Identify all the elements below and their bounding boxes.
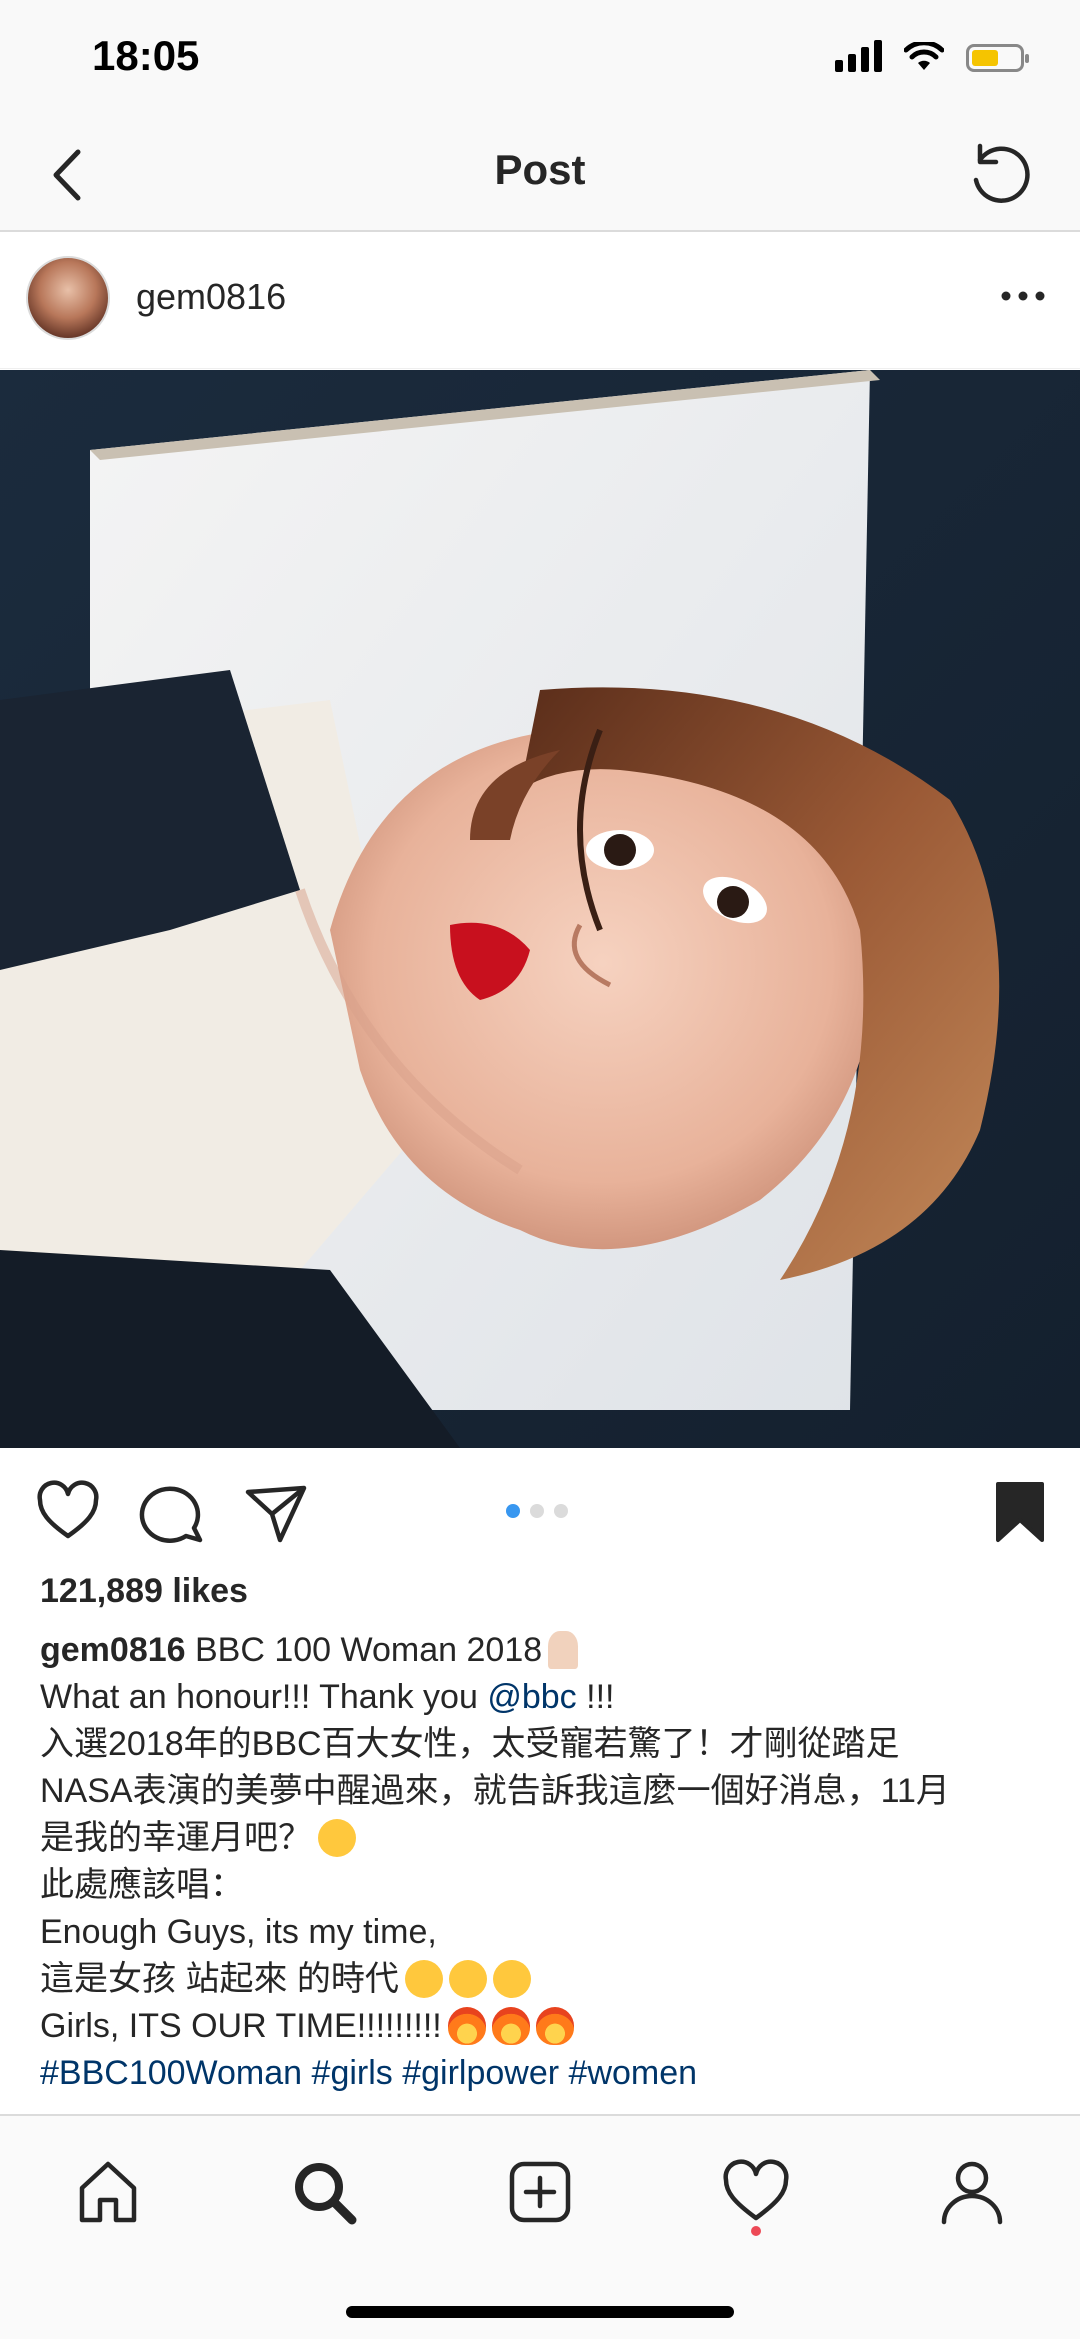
caption-line: 這是女孩 站起來 的時代 [40, 1956, 1050, 2003]
caption-text: BBC 100 Woman 2018 [195, 1631, 543, 1669]
navigation-bar: Post [0, 120, 1080, 232]
tears-of-joy-emoji-icon [404, 1960, 443, 1998]
tears-of-joy-emoji-icon [448, 1960, 487, 1998]
share-direct-icon[interactable] [242, 1478, 310, 1546]
carousel-indicator [506, 1504, 568, 1518]
system-icons [835, 40, 1029, 72]
carousel-dot [554, 1504, 568, 1518]
post-username[interactable]: gem0816 [136, 276, 286, 318]
bookmark-saved-icon[interactable] [992, 1478, 1048, 1546]
caption-text: 這是女孩 站起來 的時代 [40, 1960, 399, 1998]
caption-text: !!! [586, 1678, 615, 1716]
refresh-icon[interactable] [964, 138, 1040, 214]
profile-icon[interactable] [936, 2156, 1008, 2228]
caption-line: Girls, ITS OUR TIME!!!!!!!!! [40, 2003, 1050, 2050]
caption-text: 此處應該唱： [40, 1866, 244, 1904]
caption-text: Girls, ITS OUR TIME!!!!!!!!! [40, 2007, 442, 2045]
comment-icon[interactable] [138, 1478, 206, 1546]
selfie-photo [0, 370, 1080, 1448]
caption-username[interactable]: gem0816 [40, 1631, 186, 1669]
more-options-icon[interactable] [998, 286, 1048, 306]
home-icon[interactable] [72, 2156, 144, 2228]
mention-link[interactable]: @bbc [487, 1678, 576, 1716]
caption-text: What an honour!!! Thank you [40, 1678, 478, 1716]
home-indicator[interactable] [346, 2306, 734, 2318]
status-time: 18:05 [92, 32, 200, 79]
activity-heart-icon[interactable] [720, 2156, 792, 2228]
fire-emoji-icon [447, 2007, 486, 2045]
caption-line: What an honour!!! Thank you @bbc !!! [40, 1674, 1050, 1721]
status-bar: 18:05 [0, 0, 1080, 120]
battery-icon [966, 44, 1029, 72]
caption-line: 是我的幸運月吧？ [40, 1815, 1050, 1862]
smiling-face-emoji-icon [318, 1819, 356, 1857]
carousel-dot-active [506, 1504, 520, 1518]
caption-text: 是我的幸運月吧？ [40, 1819, 312, 1857]
page-title: Post [494, 146, 586, 193]
avatar[interactable] [26, 256, 110, 340]
post-actions [0, 1448, 1080, 1578]
likes-count[interactable]: 121,889 likes [40, 1572, 248, 1611]
wifi-icon [904, 42, 944, 70]
hashtag-link[interactable]: #BBC100Woman [40, 2054, 302, 2092]
fire-emoji-icon [535, 2007, 574, 2045]
caption-text: NASA表演的美夢中醒過來，就告訴我這麼一個好消息，11月 [40, 1772, 950, 1810]
hashtag-link[interactable]: #girls [312, 2054, 393, 2092]
caption-line: gem0816 BBC 100 Woman 2018 [40, 1627, 1050, 1674]
tears-of-joy-emoji-icon [492, 1960, 531, 1998]
cellular-signal-icon [835, 40, 882, 72]
bottom-tab-bar [0, 2114, 1080, 2339]
post-header: gem0816 [0, 232, 1080, 369]
search-icon[interactable] [288, 2156, 360, 2228]
hashtags: #BBC100Woman #girls #girlpower #women [40, 2050, 1050, 2097]
activity-notification-dot [751, 2226, 761, 2236]
hashtag-link[interactable]: #girlpower [402, 2054, 559, 2092]
post-image[interactable] [0, 370, 1080, 1448]
like-heart-icon[interactable] [34, 1478, 102, 1546]
carousel-dot [530, 1504, 544, 1518]
fire-emoji-icon [491, 2007, 530, 2045]
praying-hands-emoji-icon [548, 1631, 579, 1669]
hashtag-link[interactable]: #women [569, 2054, 698, 2092]
post-caption: gem0816 BBC 100 Woman 2018 What an honou… [40, 1627, 1050, 2097]
caption-text: 入選2018年的BBC百大女性，太受寵若驚了！才剛從踏足 [40, 1725, 900, 1763]
caption-text: Enough Guys, its my time, [40, 1913, 437, 1951]
new-post-icon[interactable] [504, 2156, 576, 2228]
